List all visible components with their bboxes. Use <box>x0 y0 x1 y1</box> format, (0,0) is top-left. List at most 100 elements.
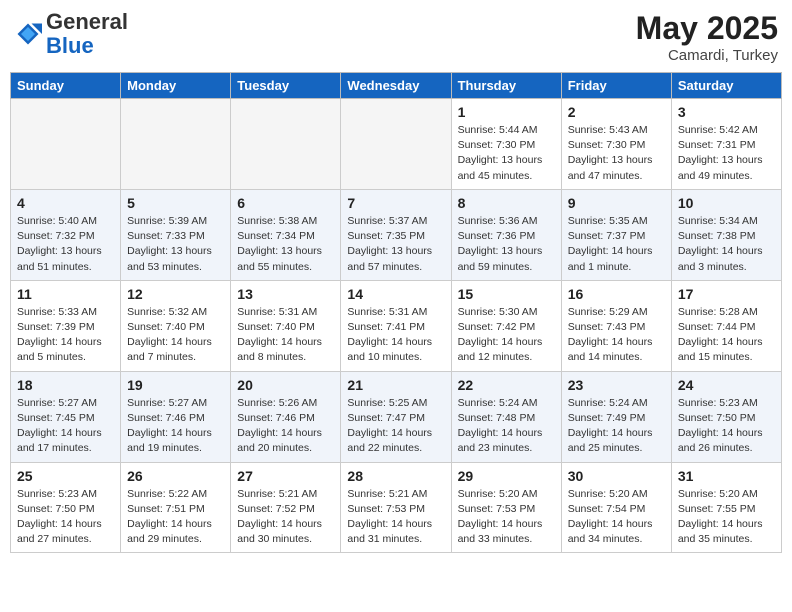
day-number: 6 <box>237 195 334 211</box>
calendar-week-row: 4 Sunrise: 5:40 AMSunset: 7:32 PMDaylight… <box>11 189 782 280</box>
day-info: Sunrise: 5:32 AMSunset: 7:40 PMDaylight:… <box>127 305 224 366</box>
table-row: 19Sunrise: 5:27 AMSunset: 7:46 PMDayligh… <box>121 371 231 462</box>
table-row: 27 Sunrise: 5:21 AMSunset: 7:52 PMDayligh… <box>231 462 341 553</box>
table-row: 3 Sunrise: 5:42 AMSunset: 7:31 PMDaylight… <box>671 99 781 190</box>
day-number: 25 <box>17 468 114 484</box>
day-number: 12 <box>127 286 224 302</box>
calendar-week-row: 11 Sunrise: 5:33 AMSunset: 7:39 PMDayligh… <box>11 280 782 371</box>
day-number: 7 <box>347 195 444 211</box>
month-year: May 2025 <box>636 10 778 47</box>
table-row: 24 Sunrise: 5:23 AMSunset: 7:50 PMDayligh… <box>671 371 781 462</box>
col-friday: Friday <box>561 73 671 99</box>
day-number: 30 <box>568 468 665 484</box>
day-number: 9 <box>568 195 665 211</box>
day-info: Sunrise: 5:21 AMSunset: 7:53 PMDaylight:… <box>347 487 444 548</box>
table-row: 18 Sunrise: 5:27 AMSunset: 7:45 PMDayligh… <box>11 371 121 462</box>
table-row: 9 Sunrise: 5:35 AMSunset: 7:37 PMDaylight… <box>561 189 671 280</box>
col-thursday: Thursday <box>451 73 561 99</box>
day-info: Sunrise: 5:22 AMSunset: 7:51 PMDaylight:… <box>127 487 224 548</box>
day-info: Sunrise: 5:24 AMSunset: 7:48 PMDaylight:… <box>458 396 555 457</box>
day-info: Sunrise: 5:34 AMSunset: 7:38 PMDaylight:… <box>678 214 775 275</box>
day-number: 4 <box>17 195 114 211</box>
day-info: Sunrise: 5:33 AMSunset: 7:39 PMDaylight:… <box>17 305 114 366</box>
col-sunday: Sunday <box>11 73 121 99</box>
day-info: Sunrise: 5:39 AMSunset: 7:33 PMDaylight:… <box>127 214 224 275</box>
day-number: 16 <box>568 286 665 302</box>
table-row: 11 Sunrise: 5:33 AMSunset: 7:39 PMDayligh… <box>11 280 121 371</box>
table-row: 23 Sunrise: 5:24 AMSunset: 7:49 PMDayligh… <box>561 371 671 462</box>
day-info: Sunrise: 5:23 AMSunset: 7:50 PMDaylight:… <box>17 487 114 548</box>
day-info: Sunrise: 5:29 AMSunset: 7:43 PMDaylight:… <box>568 305 665 366</box>
day-number: 27 <box>237 468 334 484</box>
day-info: Sunrise: 5:31 AMSunset: 7:41 PMDaylight:… <box>347 305 444 366</box>
day-info: Sunrise: 5:20 AMSunset: 7:54 PMDaylight:… <box>568 487 665 548</box>
table-row: 4 Sunrise: 5:40 AMSunset: 7:32 PMDaylight… <box>11 189 121 280</box>
table-row: 29Sunrise: 5:20 AMSunset: 7:53 PMDayligh… <box>451 462 561 553</box>
day-info: Sunrise: 5:42 AMSunset: 7:31 PMDaylight:… <box>678 123 775 184</box>
day-info: Sunrise: 5:24 AMSunset: 7:49 PMDaylight:… <box>568 396 665 457</box>
location: Camardi, Turkey <box>636 47 778 64</box>
logo-blue-text: Blue <box>46 33 94 58</box>
day-number: 24 <box>678 377 775 393</box>
table-row: 21Sunrise: 5:25 AMSunset: 7:47 PMDayligh… <box>341 371 451 462</box>
col-wednesday: Wednesday <box>341 73 451 99</box>
day-number: 21 <box>347 377 444 393</box>
day-number: 3 <box>678 104 775 120</box>
calendar-week-row: 25 Sunrise: 5:23 AMSunset: 7:50 PMDayligh… <box>11 462 782 553</box>
day-info: Sunrise: 5:23 AMSunset: 7:50 PMDaylight:… <box>678 396 775 457</box>
day-number: 31 <box>678 468 775 484</box>
calendar-header-row: Sunday Monday Tuesday Wednesday Thursday… <box>11 73 782 99</box>
table-row <box>341 99 451 190</box>
day-number: 2 <box>568 104 665 120</box>
calendar-table: Sunday Monday Tuesday Wednesday Thursday… <box>10 72 782 553</box>
page-header: General Blue May 2025 Camardi, Turkey <box>10 10 782 64</box>
table-row <box>121 99 231 190</box>
table-row: 5 Sunrise: 5:39 AMSunset: 7:33 PMDaylight… <box>121 189 231 280</box>
table-row <box>11 99 121 190</box>
table-row: 16 Sunrise: 5:29 AMSunset: 7:43 PMDayligh… <box>561 280 671 371</box>
col-tuesday: Tuesday <box>231 73 341 99</box>
day-info: Sunrise: 5:20 AMSunset: 7:53 PMDaylight:… <box>458 487 555 548</box>
day-number: 11 <box>17 286 114 302</box>
day-info: Sunrise: 5:40 AMSunset: 7:32 PMDaylight:… <box>17 214 114 275</box>
day-info: Sunrise: 5:38 AMSunset: 7:34 PMDaylight:… <box>237 214 334 275</box>
table-row: 13 Sunrise: 5:31 AMSunset: 7:40 PMDayligh… <box>231 280 341 371</box>
table-row: 15Sunrise: 5:30 AMSunset: 7:42 PMDayligh… <box>451 280 561 371</box>
logo-icon <box>14 20 42 48</box>
day-number: 8 <box>458 195 555 211</box>
day-info: Sunrise: 5:43 AMSunset: 7:30 PMDaylight:… <box>568 123 665 184</box>
day-info: Sunrise: 5:44 AMSunset: 7:30 PMDaylight:… <box>458 123 555 184</box>
day-number: 17 <box>678 286 775 302</box>
day-info: Sunrise: 5:21 AMSunset: 7:52 PMDaylight:… <box>237 487 334 548</box>
day-info: Sunrise: 5:31 AMSunset: 7:40 PMDaylight:… <box>237 305 334 366</box>
table-row: 8 Sunrise: 5:36 AMSunset: 7:36 PMDaylight… <box>451 189 561 280</box>
day-info: Sunrise: 5:27 AMSunset: 7:45 PMDaylight:… <box>17 396 114 457</box>
day-info: Sunrise: 5:35 AMSunset: 7:37 PMDaylight:… <box>568 214 665 275</box>
day-info: Sunrise: 5:36 AMSunset: 7:36 PMDaylight:… <box>458 214 555 275</box>
day-number: 20 <box>237 377 334 393</box>
table-row: 30 Sunrise: 5:20 AMSunset: 7:54 PMDayligh… <box>561 462 671 553</box>
day-number: 22 <box>458 377 555 393</box>
table-row: 22 Sunrise: 5:24 AMSunset: 7:48 PMDayligh… <box>451 371 561 462</box>
table-row <box>231 99 341 190</box>
day-number: 26 <box>127 468 224 484</box>
logo-general-text: General <box>46 9 128 34</box>
table-row: 25 Sunrise: 5:23 AMSunset: 7:50 PMDayligh… <box>11 462 121 553</box>
calendar-week-row: 1Sunrise: 5:44 AMSunset: 7:30 PMDaylight… <box>11 99 782 190</box>
table-row: 31 Sunrise: 5:20 AMSunset: 7:55 PMDayligh… <box>671 462 781 553</box>
day-number: 13 <box>237 286 334 302</box>
day-info: Sunrise: 5:26 AMSunset: 7:46 PMDaylight:… <box>237 396 334 457</box>
day-number: 5 <box>127 195 224 211</box>
day-number: 23 <box>568 377 665 393</box>
day-number: 10 <box>678 195 775 211</box>
table-row: 10 Sunrise: 5:34 AMSunset: 7:38 PMDayligh… <box>671 189 781 280</box>
table-row: 2 Sunrise: 5:43 AMSunset: 7:30 PMDaylight… <box>561 99 671 190</box>
day-number: 18 <box>17 377 114 393</box>
logo: General Blue <box>14 10 128 58</box>
day-number: 14 <box>347 286 444 302</box>
day-info: Sunrise: 5:37 AMSunset: 7:35 PMDaylight:… <box>347 214 444 275</box>
table-row: 28Sunrise: 5:21 AMSunset: 7:53 PMDayligh… <box>341 462 451 553</box>
table-row: 20 Sunrise: 5:26 AMSunset: 7:46 PMDayligh… <box>231 371 341 462</box>
title-block: May 2025 Camardi, Turkey <box>636 10 778 64</box>
day-info: Sunrise: 5:20 AMSunset: 7:55 PMDaylight:… <box>678 487 775 548</box>
